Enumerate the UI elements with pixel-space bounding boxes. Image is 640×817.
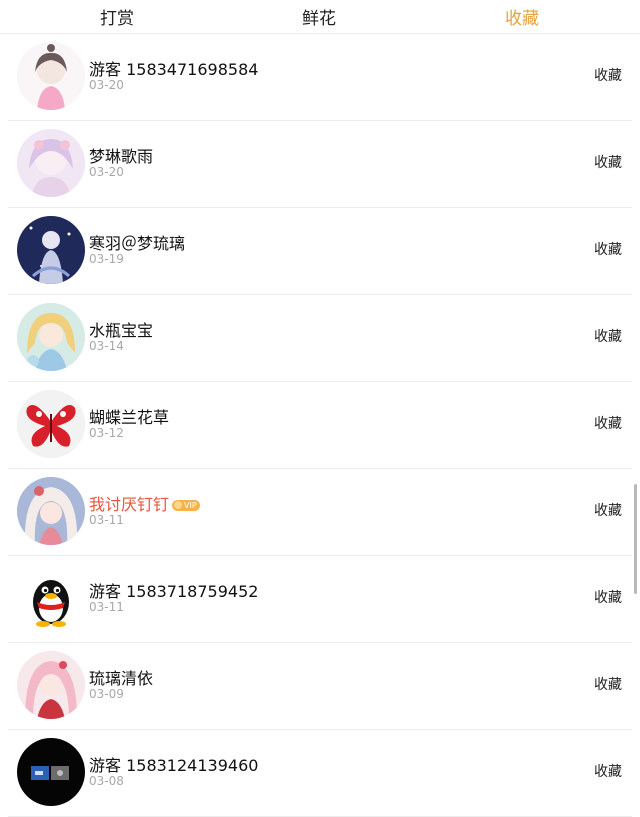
user-list: 游客 1583471698584 03-20 收藏 梦琳歌雨 03-20 收藏 … [0, 34, 640, 817]
date-label: 03-09 [89, 687, 124, 701]
list-item: 游客 1583471698584 03-20 收藏 [8, 34, 632, 121]
user-name: 水瓶宝宝 [89, 321, 154, 340]
favorite-action-label[interactable]: 收藏 [594, 152, 622, 172]
list-item: 梦琳歌雨 03-20 收藏 [8, 121, 632, 208]
user-name: 寒羽＠梦琉璃 [89, 234, 186, 253]
user-avatar[interactable] [17, 564, 85, 632]
user-name: 蝴蝶兰花草 [89, 408, 170, 427]
tab-reward[interactable]: 打赏 [77, 4, 157, 29]
date-label: 03-20 [89, 165, 124, 179]
list-item: 琉璃清依 03-09 收藏 [8, 643, 632, 730]
list-item: 寒羽＠梦琉璃 03-19 收藏 [8, 208, 632, 295]
tab-favorites[interactable]: 收藏 [482, 4, 562, 29]
user-avatar[interactable] [17, 477, 85, 545]
user-name: 我讨厌钉钉 VIP [89, 491, 200, 515]
favorite-action-label[interactable]: 收藏 [594, 326, 622, 346]
date-label: 03-08 [89, 774, 124, 788]
list-item: 水瓶宝宝 03-14 收藏 [8, 295, 632, 382]
user-avatar[interactable] [17, 129, 85, 197]
user-avatar[interactable] [17, 738, 85, 806]
date-label: 03-14 [89, 339, 124, 353]
favorite-action-label[interactable]: 收藏 [594, 500, 622, 520]
scrollbar[interactable] [634, 484, 637, 594]
user-name: 游客 1583471698584 [89, 60, 259, 79]
list-item: 蝴蝶兰花草 03-12 收藏 [8, 382, 632, 469]
user-avatar[interactable] [17, 303, 85, 371]
favorite-action-label[interactable]: 收藏 [594, 239, 622, 259]
user-avatar[interactable] [17, 651, 85, 719]
list-item: 游客 1583718759452 03-11 收藏 [8, 556, 632, 643]
user-name: 梦琳歌雨 [89, 147, 154, 166]
tab-bar: 打赏 鲜花 收藏 [0, 0, 640, 34]
favorite-action-label[interactable]: 收藏 [594, 674, 622, 694]
list-item: 游客 1583124139460 03-08 收藏 [8, 730, 632, 817]
favorite-action-label[interactable]: 收藏 [594, 587, 622, 607]
vip-badge: VIP [172, 500, 200, 511]
date-label: 03-19 [89, 252, 124, 266]
user-name: 游客 1583718759452 [89, 582, 259, 601]
favorite-action-label[interactable]: 收藏 [594, 761, 622, 781]
favorite-action-label[interactable]: 收藏 [594, 65, 622, 85]
date-label: 03-12 [89, 426, 124, 440]
favorite-action-label[interactable]: 收藏 [594, 413, 622, 433]
user-avatar[interactable] [17, 42, 85, 110]
user-avatar[interactable] [17, 216, 85, 284]
user-avatar[interactable] [17, 390, 85, 458]
user-name: 琉璃清依 [89, 669, 154, 688]
list-item: 我讨厌钉钉 VIP 03-11 收藏 [8, 469, 632, 556]
date-label: 03-11 [89, 600, 124, 614]
date-label: 03-11 [89, 513, 124, 527]
date-label: 03-20 [89, 78, 124, 92]
tab-flowers[interactable]: 鲜花 [279, 4, 359, 29]
user-name-text: 我讨厌钉钉 [89, 495, 170, 514]
user-name: 游客 1583124139460 [89, 756, 259, 775]
